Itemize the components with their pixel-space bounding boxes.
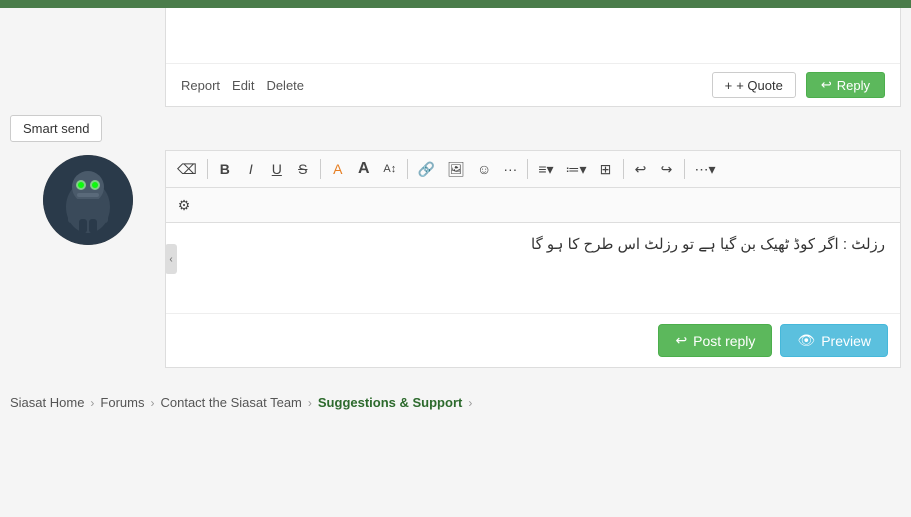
post-reply-label: Post reply — [693, 333, 755, 349]
emoji-icon: ☺ — [477, 161, 491, 177]
reply-button[interactable]: ↩ Reply — [806, 72, 885, 98]
fontsize-icon: A — [358, 160, 370, 178]
editor-wrapper: ‹ ⌫ B I U S A A — [10, 150, 901, 368]
post-reply-button[interactable]: ↩ Post reply — [658, 324, 772, 357]
breadcrumb-chevron-3: › — [468, 396, 472, 410]
reply-label: Reply — [837, 78, 870, 93]
redo-icon: ↪ — [661, 161, 673, 178]
breadcrumb-chevron-2: › — [308, 396, 312, 410]
plus-icon: + — [725, 78, 733, 93]
toolbar-sep-5 — [623, 159, 624, 179]
smart-send-area: Smart send — [0, 107, 911, 150]
preview-label: Preview — [821, 333, 871, 349]
toolbar-align-button[interactable]: ≡▾ — [533, 156, 558, 182]
eraser-icon: ⌫ — [177, 161, 197, 178]
toolbar-italic-button[interactable]: I — [239, 156, 263, 182]
preview-icon: 👁 — [797, 332, 815, 349]
toolbar-fontsize-adjust-button[interactable]: A↕ — [378, 156, 402, 182]
toolbar-sep-1 — [207, 159, 208, 179]
fontsize-adjust-icon: A↕ — [383, 163, 396, 175]
avatar — [43, 155, 133, 245]
editor-toolbar: ⌫ B I U S A A A↕ — [166, 151, 900, 188]
delete-link[interactable]: Delete — [266, 78, 304, 93]
toolbar-settings-button[interactable]: ⚙ — [172, 192, 196, 218]
toolbar-sep-4 — [527, 159, 528, 179]
breadcrumb-item-1[interactable]: Forums — [100, 395, 144, 410]
reply-icon: ↩ — [821, 77, 832, 93]
toolbar-source-button[interactable]: ⋯▾ — [690, 156, 721, 182]
report-link[interactable]: Report — [181, 78, 220, 93]
list-icon: ≔▾ — [566, 161, 587, 178]
toolbar-underline-button[interactable]: U — [265, 156, 289, 182]
toolbar-table-button[interactable]: ⊞ — [594, 156, 618, 182]
undo-icon: ↩ — [635, 161, 647, 178]
post-content — [166, 8, 900, 63]
toolbar-undo-button[interactable]: ↩ — [629, 156, 653, 182]
quote-button[interactable]: + + Quote — [712, 72, 796, 98]
post-actions: Report Edit Delete + + Quote ↩ Reply — [166, 63, 900, 106]
top-bar — [0, 0, 911, 8]
toolbar-link-button[interactable]: 🔗 — [413, 156, 440, 182]
breadcrumb-item-3-active: Suggestions & Support — [318, 395, 462, 410]
toolbar-sep-3 — [407, 159, 408, 179]
collapse-handle[interactable]: ‹ — [165, 244, 177, 274]
toolbar-strikethrough-button[interactable]: S — [291, 156, 315, 182]
avatar-col — [10, 150, 165, 368]
editor-footer: ↩ Post reply 👁 Preview — [166, 313, 900, 367]
breadcrumb: Siasat Home › Forums › Contact the Siasa… — [0, 383, 911, 418]
post-actions-left: Report Edit Delete — [181, 78, 304, 93]
settings-icon: ⚙ — [178, 197, 191, 214]
toolbar-highlight-button[interactable]: A — [326, 156, 350, 182]
editor-col: ⌫ B I U S A A A↕ — [165, 150, 901, 368]
toolbar-fontsize-button[interactable]: A — [352, 156, 376, 182]
editor-toolbar-row2: ⚙ — [166, 188, 900, 223]
align-icon: ≡▾ — [538, 161, 553, 178]
image-icon: 🖼 — [447, 161, 465, 178]
breadcrumb-chevron-1: › — [150, 396, 154, 410]
highlight-icon: A — [333, 161, 342, 177]
post-actions-right: + + Quote ↩ Reply — [712, 72, 885, 98]
post-reply-icon: ↩ — [675, 332, 687, 349]
strikethrough-icon: S — [298, 161, 307, 177]
toolbar-eraser-button[interactable]: ⌫ — [172, 156, 202, 182]
quote-label: + Quote — [736, 78, 783, 93]
underline-icon: U — [272, 161, 282, 177]
edit-link[interactable]: Edit — [232, 78, 254, 93]
smart-send-button[interactable]: Smart send — [10, 115, 102, 142]
toolbar-redo-button[interactable]: ↪ — [655, 156, 679, 182]
bold-icon: B — [220, 161, 230, 177]
toolbar-image-button[interactable]: 🖼 — [442, 156, 470, 182]
editor-content[interactable]: رزلٹ : اگر کوڈ ٹھیک بن گیا ہے تو رزلٹ اس… — [166, 223, 900, 313]
preview-button[interactable]: 👁 Preview — [780, 324, 888, 357]
breadcrumb-chevron-0: › — [90, 396, 94, 410]
breadcrumb-item-0[interactable]: Siasat Home — [10, 395, 84, 410]
source-icon: ⋯▾ — [695, 161, 716, 178]
toolbar-emoji-button[interactable]: ☺ — [472, 156, 496, 182]
breadcrumb-item-2[interactable]: Contact the Siasat Team — [160, 395, 301, 410]
italic-icon: I — [249, 161, 253, 177]
link-icon: 🔗 — [418, 161, 435, 178]
toolbar-sep-6 — [684, 159, 685, 179]
more-icon: ··· — [503, 161, 517, 177]
toolbar-list-button[interactable]: ≔▾ — [561, 156, 592, 182]
editor-text: رزلٹ : اگر کوڈ ٹھیک بن گیا ہے تو رزلٹ اس… — [531, 236, 885, 253]
toolbar-bold-button[interactable]: B — [213, 156, 237, 182]
toolbar-sep-2 — [320, 159, 321, 179]
table-icon: ⊞ — [600, 161, 612, 178]
toolbar-more-button[interactable]: ··· — [498, 156, 522, 182]
